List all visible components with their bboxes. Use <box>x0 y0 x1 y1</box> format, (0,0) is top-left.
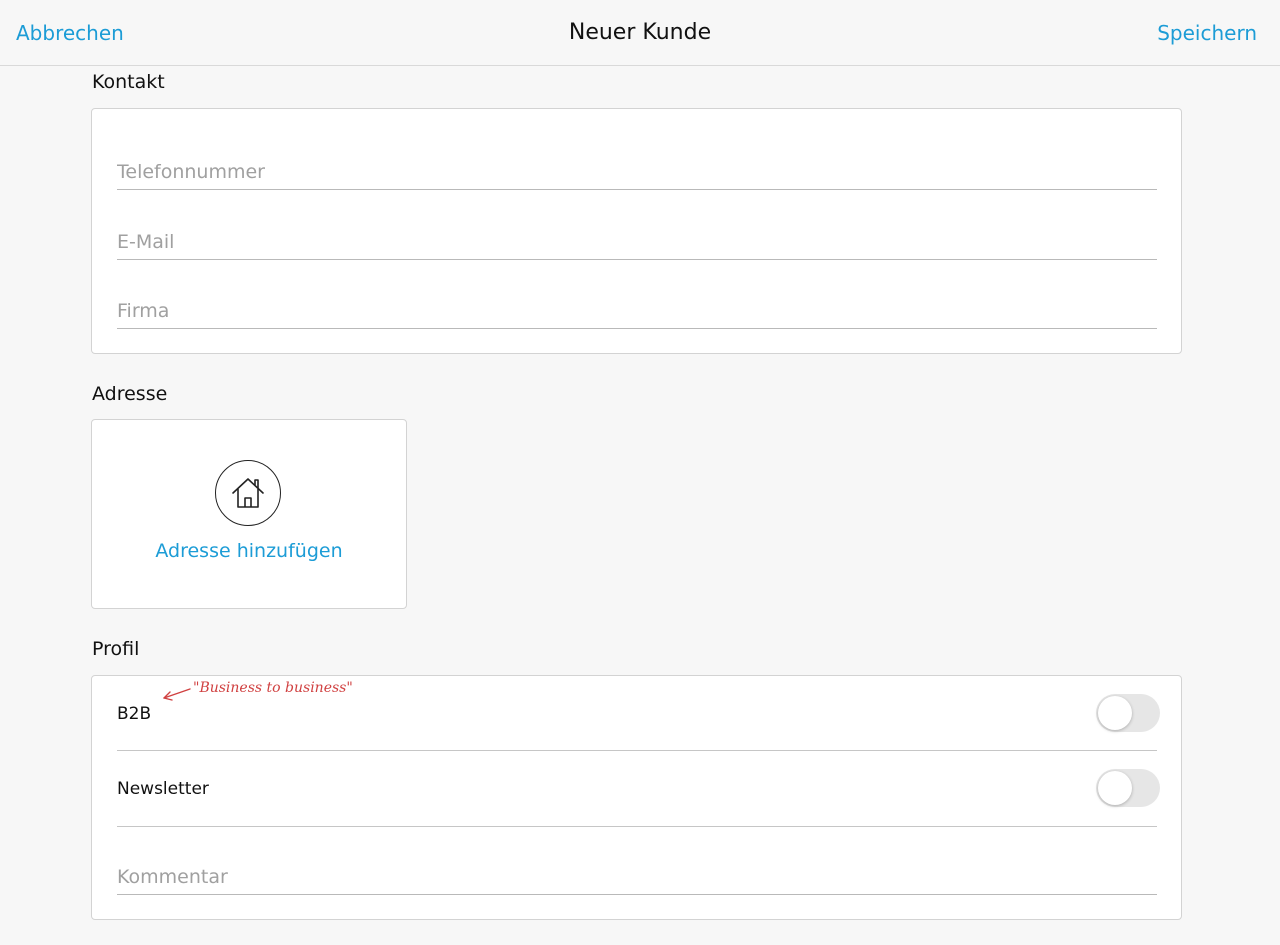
email-field[interactable] <box>117 220 1157 260</box>
add-address-link[interactable]: Adresse hinzufügen <box>92 540 406 562</box>
newsletter-row: Newsletter <box>117 751 1160 827</box>
contact-card <box>91 108 1182 354</box>
email-input[interactable] <box>117 231 1157 253</box>
save-button[interactable]: Speichern <box>1157 20 1257 46</box>
newsletter-toggle[interactable] <box>1096 769 1160 807</box>
company-input[interactable] <box>117 300 1157 322</box>
page-title: Neuer Kunde <box>568 20 712 45</box>
comment-input[interactable] <box>117 866 1157 888</box>
company-field[interactable] <box>117 289 1157 329</box>
toggle-knob <box>1098 696 1132 730</box>
toggle-knob <box>1098 771 1132 805</box>
profile-card: B2B Newsletter <box>91 675 1182 920</box>
b2b-label: B2B <box>117 704 152 724</box>
section-title-profile: Profil <box>92 638 140 660</box>
b2b-toggle[interactable] <box>1096 694 1160 732</box>
newsletter-label: Newsletter <box>117 779 209 799</box>
house-icon <box>215 460 281 526</box>
phone-input[interactable] <box>117 161 1157 183</box>
phone-field[interactable] <box>117 150 1157 190</box>
comment-field[interactable] <box>117 855 1157 895</box>
section-title-contact: Kontakt <box>92 71 165 93</box>
section-title-address: Adresse <box>92 383 168 405</box>
annotation-arrow-icon <box>163 688 191 701</box>
add-address-card[interactable]: Adresse hinzufügen <box>91 419 407 609</box>
navigation-bar: Abbrechen Neuer Kunde Speichern <box>0 0 1280 66</box>
b2b-annotation: "Business to business" <box>193 680 353 696</box>
